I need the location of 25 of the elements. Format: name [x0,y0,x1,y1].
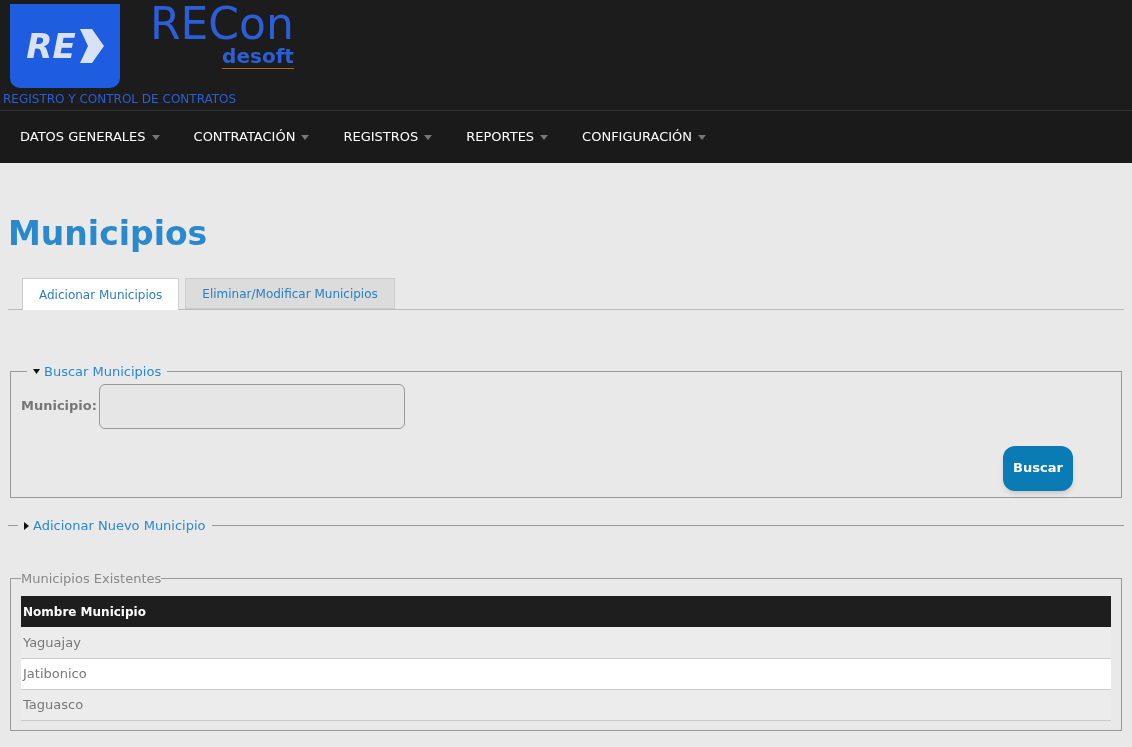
menu-item[interactable]: CONTRATACIÓN [193,127,310,147]
company-name: desoft [222,46,294,69]
table-cell: Yaguajay [21,627,1111,658]
caret-down-icon [424,134,433,140]
table-cell: Jatibonico [21,658,1111,689]
caret-down-icon [540,134,549,140]
page-title: Municipios [8,217,209,250]
search-button[interactable]: Buscar [1003,445,1073,491]
municipio-field[interactable] [98,383,405,429]
caret-down-icon [698,134,707,140]
menu-item[interactable]: DATOS GENERALES [20,127,160,147]
menu-item[interactable]: CONFIGURACIÓN [582,127,707,147]
table-cell: Taguasco [21,689,1111,720]
arrow-icon [79,29,104,63]
field-label: Municipio: [21,397,97,416]
caret-down-icon [301,134,310,140]
column-header: Nombre Municipio [21,596,1111,627]
menu-item[interactable]: REPORTES [466,127,549,147]
menu-item[interactable]: REGISTROS [343,127,433,147]
tab[interactable]: Adicionar Municipios [22,278,180,310]
caret-down-icon [151,134,160,140]
panel-legend: Municipios Existentes [21,568,162,588]
app-subtitle: REGISTRO Y CONTROL DE CONTRATOS [3,93,237,105]
logo-letters: RE [26,29,76,63]
app-name: RECon [150,2,294,46]
